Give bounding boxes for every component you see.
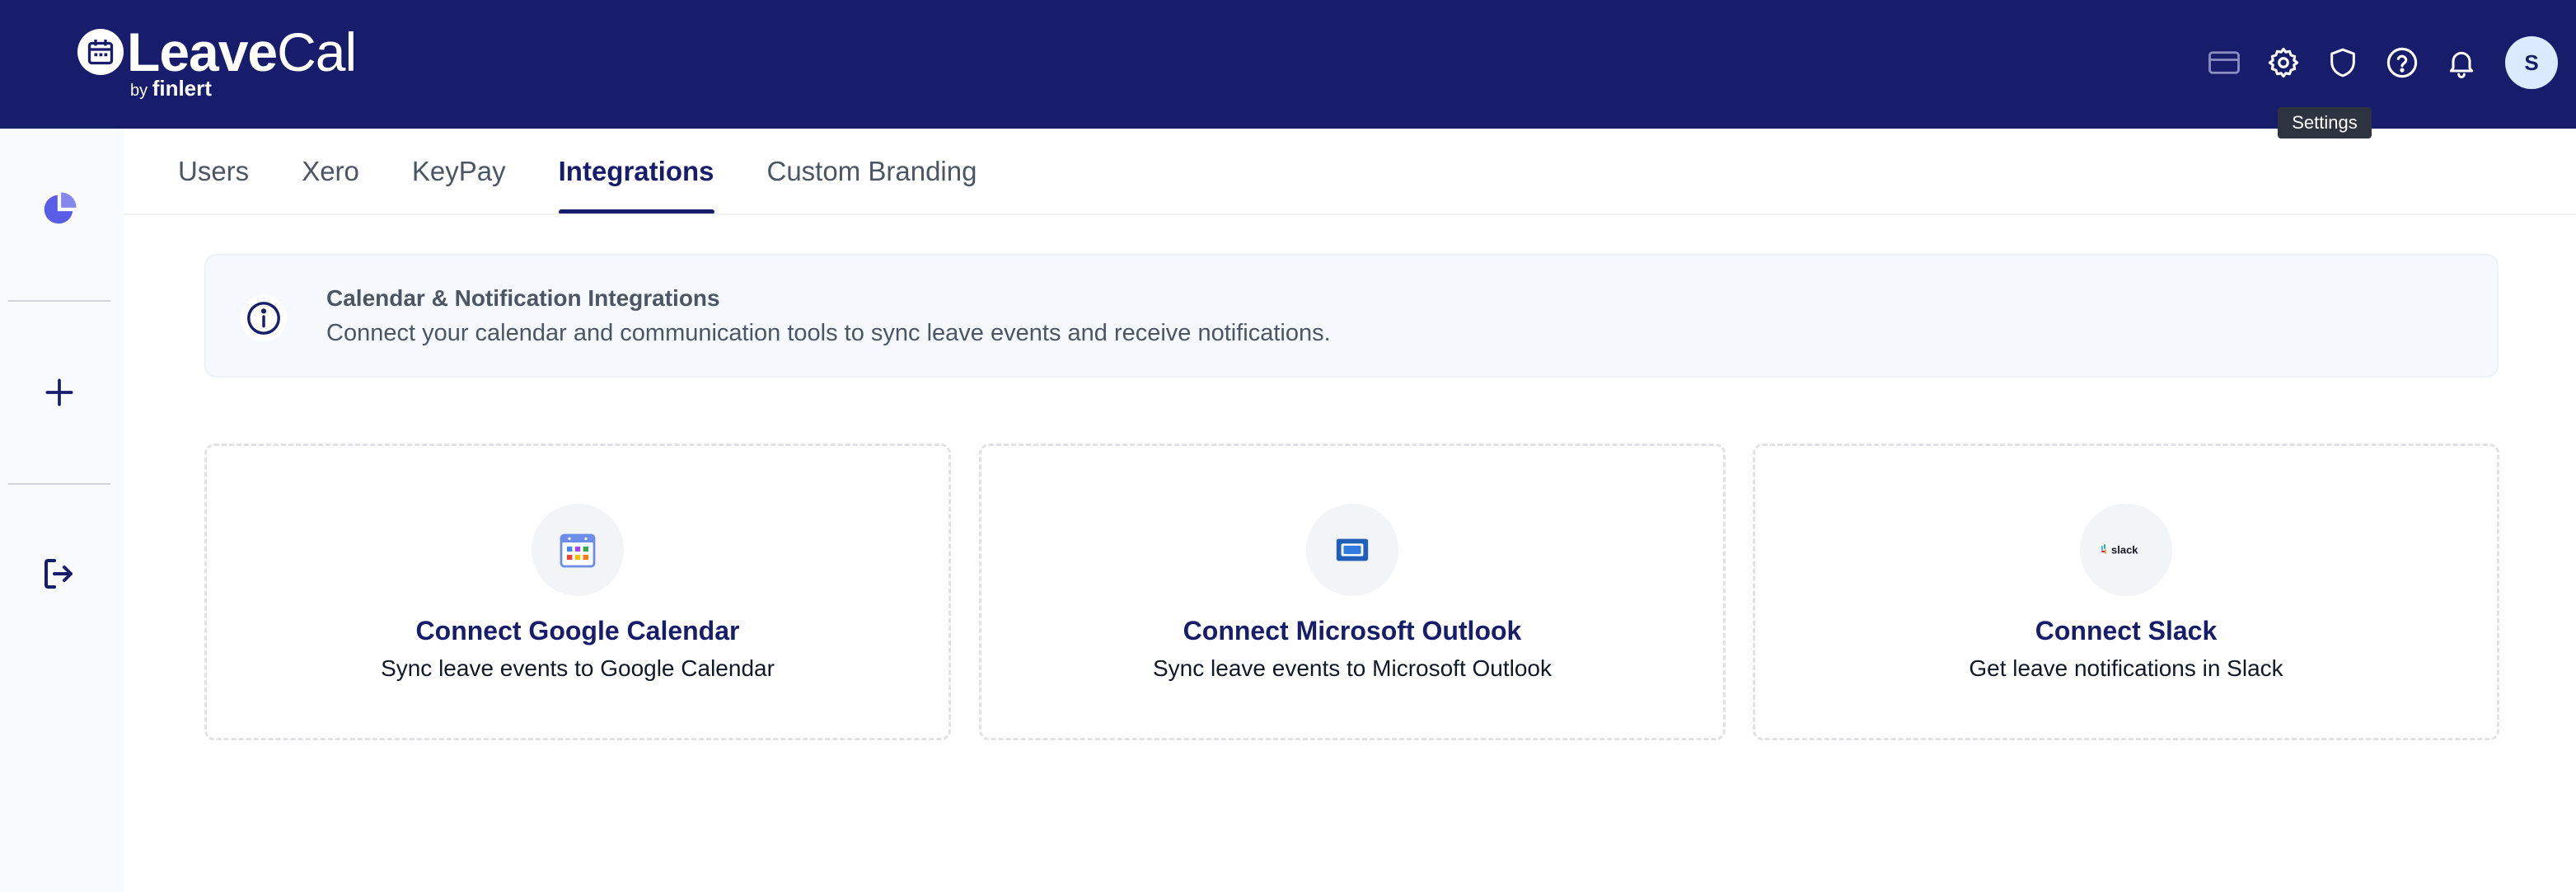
card-title: Connect Google Calendar <box>415 616 740 646</box>
sidebar-divider <box>8 483 110 485</box>
billing-card-icon[interactable] <box>2204 42 2245 83</box>
app-logo[interactable]: LeaveCal by finlert <box>77 21 357 101</box>
google-calendar-card[interactable]: Connect Google Calendar Sync leave event… <box>204 444 951 740</box>
tab-custom-branding[interactable]: Custom Branding <box>767 129 977 214</box>
tab-integrations[interactable]: Integrations <box>558 129 714 214</box>
tabs-divider <box>124 214 2576 215</box>
info-banner-title: Calendar & Notification Integrations <box>326 285 720 311</box>
user-avatar[interactable]: S <box>2505 36 2558 89</box>
slack-card[interactable]: slack Connect Slack Get leave notificati… <box>1753 444 2499 740</box>
top-header: LeaveCal by finlert S <box>0 0 2576 129</box>
logo-byline: by finlert <box>130 76 212 101</box>
card-description: Get leave notifications in Slack <box>1969 655 2283 681</box>
card-title: Connect Microsoft Outlook <box>1183 616 1522 646</box>
card-description: Sync leave events to Microsoft Outlook <box>1153 655 1552 681</box>
sidebar <box>0 129 124 892</box>
logout-icon[interactable] <box>33 547 86 600</box>
logo-text: LeaveCal <box>127 21 357 82</box>
tab-xero[interactable]: Xero <box>302 129 359 214</box>
header-actions: S <box>2185 36 2576 89</box>
slack-icon: slack <box>2080 504 2172 596</box>
svg-text:slack: slack <box>2111 544 2138 556</box>
info-icon <box>241 295 287 341</box>
settings-gear-icon[interactable] <box>2263 42 2304 83</box>
card-title: Connect Slack <box>2035 616 2218 646</box>
info-banner: Calendar & Notification Integrations Con… <box>204 254 2499 378</box>
bell-icon[interactable] <box>2441 42 2482 83</box>
settings-tabs: Users Xero KeyPay Integrations Custom Br… <box>178 129 1029 214</box>
google-calendar-icon <box>532 504 624 596</box>
tab-keypay[interactable]: KeyPay <box>412 129 506 214</box>
sidebar-divider <box>8 300 110 302</box>
shield-icon[interactable] <box>2322 42 2363 83</box>
tab-users[interactable]: Users <box>178 129 249 214</box>
help-icon[interactable] <box>2382 42 2423 83</box>
microsoft-outlook-card[interactable]: Connect Microsoft Outlook Sync leave eve… <box>979 444 1726 740</box>
pie-chart-icon[interactable] <box>33 183 86 236</box>
card-description: Sync leave events to Google Calendar <box>381 655 775 681</box>
settings-tooltip: Settings <box>2278 107 2372 138</box>
info-banner-description: Connect your calendar and communication … <box>326 320 1331 346</box>
outlook-icon <box>1306 504 1398 596</box>
plus-icon[interactable] <box>33 366 86 419</box>
calendar-logo-icon <box>77 29 124 75</box>
